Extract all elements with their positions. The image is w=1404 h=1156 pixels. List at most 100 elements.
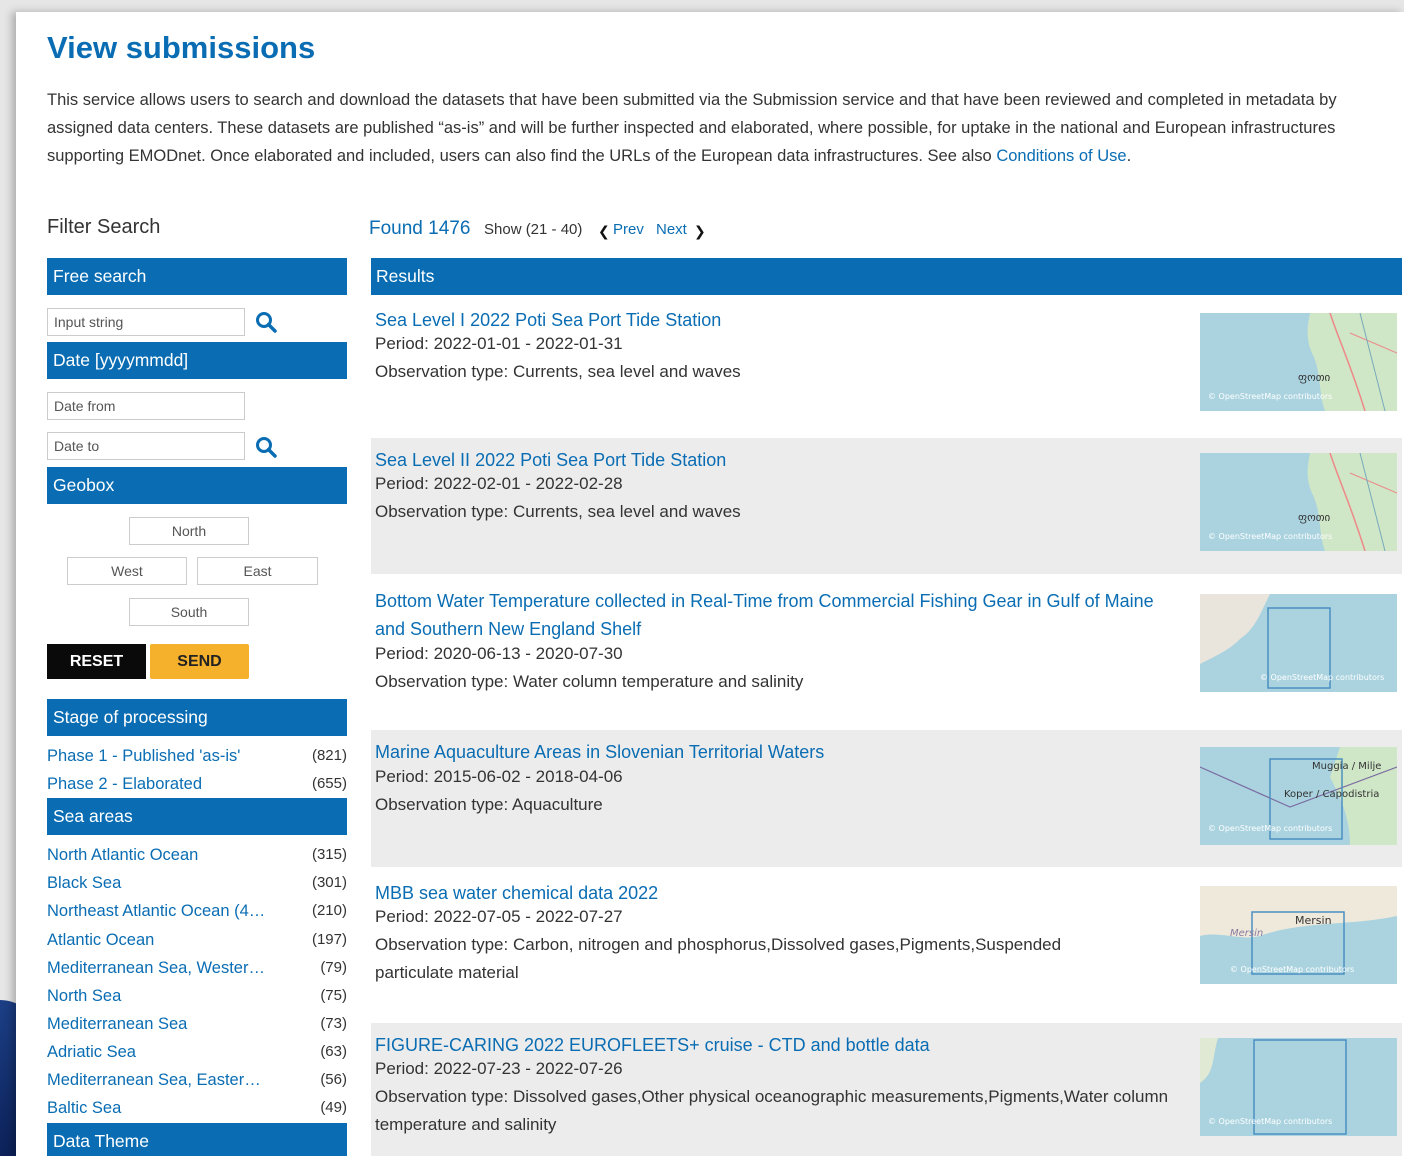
facet-label[interactable]: North Atlantic Ocean — [47, 843, 198, 867]
result-item: Bottom Water Temperature collected in Re… — [371, 579, 1402, 725]
facet-count: (75) — [320, 987, 347, 1004]
map-label: Muggia / Milje — [1312, 761, 1381, 772]
result-title-link[interactable]: Bottom Water Temperature collected in Re… — [375, 587, 1175, 643]
date-from-input[interactable]: Date from — [47, 392, 245, 420]
filter-search-title: Filter Search — [47, 216, 161, 238]
geobox-south-input[interactable]: South — [129, 598, 249, 626]
map-thumbnail[interactable]: ფოთი © OpenStreetMap contributors — [1200, 313, 1397, 411]
facet-label[interactable]: Mediterranean Sea, Wester… — [47, 956, 265, 980]
prev-link[interactable]: Prev — [613, 221, 644, 238]
facet-sea-area[interactable]: North Sea (75) — [47, 984, 347, 1012]
facet-count: (821) — [311, 747, 347, 764]
facet-sea-area[interactable]: Northeast Atlantic Ocean (4… (210) — [47, 899, 347, 927]
facet-label[interactable]: Mediterranean Sea — [47, 1012, 187, 1036]
date-to-input[interactable]: Date to — [47, 432, 245, 460]
page-title: View submissions — [47, 30, 316, 65]
result-item: FIGURE-CARING 2022 EUROFLEETS+ cruise - … — [371, 1023, 1402, 1156]
result-period: Period: 2015-06-02 - 2018-04-06 — [375, 767, 623, 786]
search-icon[interactable] — [255, 436, 277, 458]
facet-count: (655) — [311, 775, 347, 792]
results-header: Results — [371, 258, 1402, 295]
reset-button[interactable]: RESET — [47, 644, 146, 679]
send-button[interactable]: SEND — [150, 644, 249, 679]
facet-count: (49) — [320, 1099, 347, 1116]
result-title-link[interactable]: Marine Aquaculture Areas in Slovenian Te… — [375, 738, 1175, 766]
chevron-left-icon[interactable]: ❮ — [598, 223, 610, 240]
map-label: ფოთი — [1298, 371, 1331, 384]
result-period: Period: 2022-02-01 - 2022-02-28 — [375, 474, 623, 493]
facet-count: (197) — [311, 931, 347, 948]
geobox-west-input[interactable]: West — [67, 557, 187, 585]
show-range: Show (21 - 40) — [484, 221, 583, 238]
next-link[interactable]: Next — [656, 221, 687, 238]
facet-sea-area[interactable]: Black Sea (301) — [47, 871, 347, 899]
geobox-north-input[interactable]: North — [129, 517, 249, 545]
date-header: Date [yyyymmdd] — [47, 342, 347, 379]
data-theme-header: Data Theme — [47, 1123, 347, 1156]
facet-label[interactable]: Adriatic Sea — [47, 1040, 136, 1064]
map-thumbnail[interactable]: © OpenStreetMap contributors — [1200, 1038, 1397, 1136]
chevron-right-icon[interactable]: ❯ — [694, 223, 706, 240]
map-label: Mersin — [1230, 928, 1263, 939]
facet-sea-area[interactable]: Mediterranean Sea, Wester… (79) — [47, 956, 347, 984]
sea-areas-header: Sea areas — [47, 798, 347, 835]
result-observation-type: Observation type: Currents, sea level an… — [375, 362, 741, 381]
facet-sea-area[interactable]: Baltic Sea (49) — [47, 1096, 347, 1124]
result-observation-type: Observation type: Dissolved gases,Other … — [375, 1087, 1169, 1134]
intro-end: . — [1126, 147, 1132, 165]
facet-label[interactable]: Baltic Sea — [47, 1096, 121, 1120]
facet-count: (79) — [320, 959, 347, 976]
result-observation-type: Observation type: Currents, sea level an… — [375, 502, 741, 521]
found-count: Found 1476 — [369, 218, 471, 239]
facet-sea-area[interactable]: Mediterranean Sea (73) — [47, 1012, 347, 1040]
facet-stage-phase2[interactable]: Phase 2 - Elaborated (655) — [47, 772, 347, 800]
result-observation-type: Observation type: Aquaculture — [375, 795, 603, 814]
result-period: Period: 2022-01-01 - 2022-01-31 — [375, 334, 623, 353]
map-label: ფოთი — [1298, 511, 1331, 524]
facet-label[interactable]: Northeast Atlantic Ocean (4… — [47, 899, 265, 923]
geobox-east-input[interactable]: East — [197, 557, 318, 585]
map-thumbnail[interactable]: © OpenStreetMap contributors — [1200, 594, 1397, 692]
facet-count: (210) — [311, 902, 347, 919]
result-item: Marine Aquaculture Areas in Slovenian Te… — [371, 730, 1402, 867]
facet-label[interactable]: Mediterranean Sea, Easter… — [47, 1068, 261, 1092]
free-search-input[interactable]: Input string — [47, 308, 245, 336]
intro-text: This service allows users to search and … — [47, 86, 1399, 170]
result-period: Period: 2020-06-13 - 2020-07-30 — [375, 644, 623, 663]
stage-of-processing-header: Stage of processing — [47, 699, 347, 736]
map-attribution: © OpenStreetMap contributors — [1230, 965, 1354, 974]
facet-sea-area[interactable]: Adriatic Sea (63) — [47, 1040, 347, 1068]
conditions-of-use-link[interactable]: Conditions of Use — [996, 147, 1126, 165]
result-period: Period: 2022-07-23 - 2022-07-26 — [375, 1059, 623, 1078]
facet-label[interactable]: Atlantic Ocean — [47, 928, 154, 952]
result-observation-type: Observation type: Water column temperatu… — [375, 672, 804, 691]
result-period: Period: 2022-07-05 - 2022-07-27 — [375, 907, 623, 926]
map-attribution: © OpenStreetMap contributors — [1208, 1117, 1332, 1126]
intro-body: This service allows users to search and … — [47, 91, 1337, 165]
map-attribution: © OpenStreetMap contributors — [1208, 392, 1332, 401]
facet-label[interactable]: Phase 1 - Published 'as-is' — [47, 744, 240, 768]
search-icon[interactable] — [255, 311, 277, 333]
facet-label[interactable]: Phase 2 - Elaborated — [47, 772, 202, 796]
facet-label[interactable]: Black Sea — [47, 871, 121, 895]
facet-sea-area[interactable]: North Atlantic Ocean (315) — [47, 843, 347, 871]
geobox-header: Geobox — [47, 467, 347, 504]
facet-count: (315) — [311, 846, 347, 863]
facet-count: (301) — [311, 874, 347, 891]
map-label: Koper / Capodistria — [1284, 789, 1379, 800]
map-thumbnail[interactable]: Mersin Mersin © OpenStreetMap contributo… — [1200, 886, 1397, 984]
facet-label[interactable]: North Sea — [47, 984, 121, 1008]
facet-count: (63) — [320, 1043, 347, 1060]
map-thumbnail[interactable]: ფოთი © OpenStreetMap contributors — [1200, 453, 1397, 551]
map-label: Mersin — [1295, 914, 1332, 927]
result-item: Sea Level I 2022 Poti Sea Port Tide Stat… — [371, 298, 1402, 433]
facet-count: (56) — [320, 1071, 347, 1088]
facet-stage-phase1[interactable]: Phase 1 - Published 'as-is' (821) — [47, 744, 347, 772]
facet-count: (73) — [320, 1015, 347, 1032]
map-thumbnail[interactable]: Muggia / Milje Koper / Capodistria © Ope… — [1200, 747, 1397, 845]
map-attribution: © OpenStreetMap contributors — [1208, 532, 1332, 541]
result-observation-type: Observation type: Carbon, nitrogen and p… — [375, 935, 1062, 982]
facet-sea-area[interactable]: Mediterranean Sea, Easter… (56) — [47, 1068, 347, 1096]
result-item: Sea Level II 2022 Poti Sea Port Tide Sta… — [371, 438, 1402, 574]
facet-sea-area[interactable]: Atlantic Ocean (197) — [47, 928, 347, 956]
